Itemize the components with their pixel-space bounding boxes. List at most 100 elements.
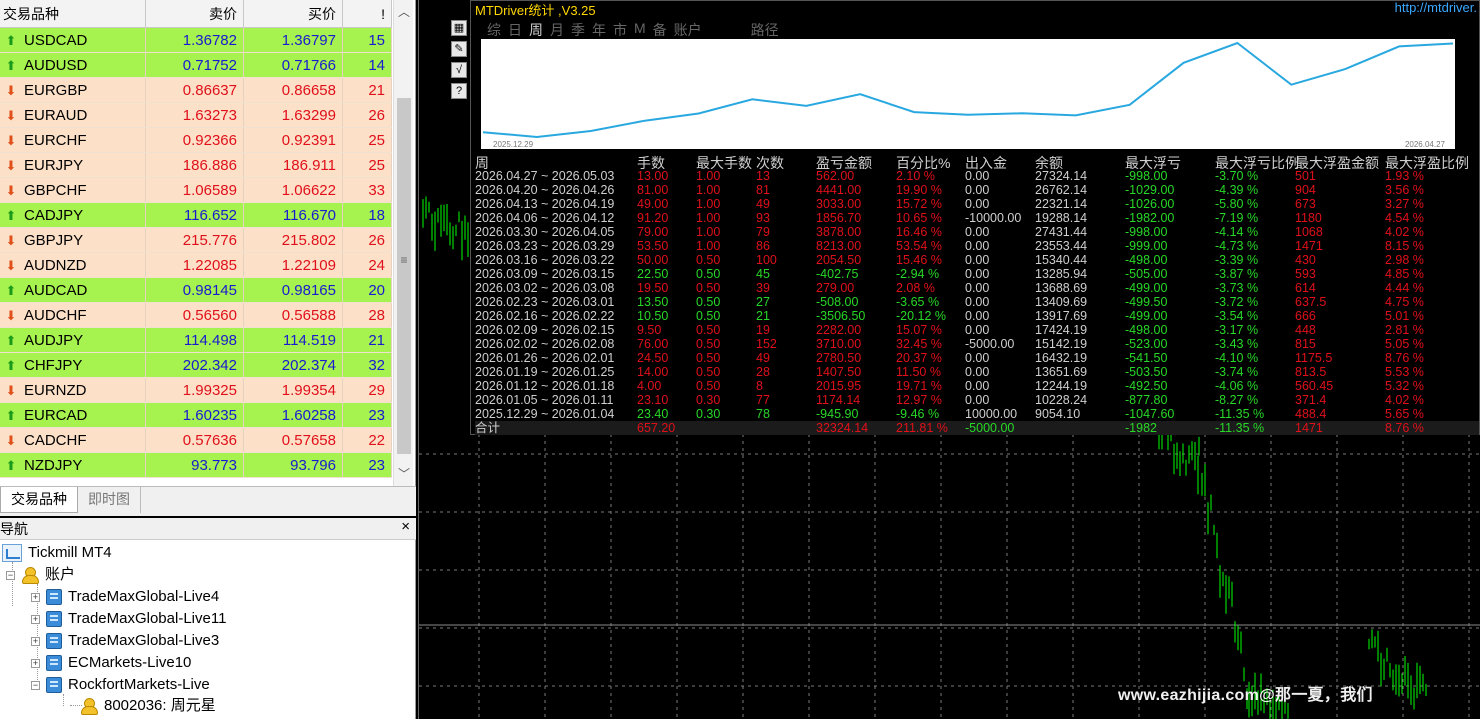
- spread-value: 21: [343, 328, 392, 352]
- bid-price: 0.92366: [146, 128, 244, 152]
- stats-tab[interactable]: 市: [613, 20, 627, 40]
- stats-cell-lots: 76.00: [637, 337, 669, 351]
- stats-tab[interactable]: 周: [529, 20, 543, 40]
- draw-icon[interactable]: ✎: [451, 41, 467, 57]
- market-watch-row[interactable]: ⬆ CHFJPY 202.342 202.374 32: [0, 353, 392, 378]
- tree-server[interactable]: + TradeMaxGlobal-Live4: [31, 586, 219, 608]
- spread-value: 26: [343, 228, 392, 252]
- symbol-cell: ⬇ EURCHF: [0, 128, 146, 152]
- expand-icon[interactable]: +: [31, 592, 40, 602]
- spread-value: 25: [343, 153, 392, 177]
- stats-cell-week: 2026.04.06 ~ 2026.04.12: [475, 211, 615, 225]
- stats-tab[interactable]: 年: [592, 20, 606, 40]
- scrollbar-thumb[interactable]: [397, 98, 411, 454]
- stats-row: 2026.01.05 ~ 2026.01.11 23.10 0.30 77 1174.1…: [475, 393, 1479, 407]
- arrow-down-icon: ⬇: [5, 382, 17, 398]
- column-header-symbol[interactable]: 交易品种: [0, 0, 146, 28]
- column-header-bid[interactable]: 卖价: [146, 0, 244, 28]
- market-watch-row[interactable]: ⬆ AUDCAD 0.98145 0.98165 20: [0, 278, 392, 303]
- symbol-name: AUDCAD: [24, 281, 88, 299]
- tree-server[interactable]: − RockfortMarkets-Live: [31, 674, 210, 696]
- equity-curve-chart: 2025.12.29 2026.04.27: [481, 39, 1455, 149]
- bid-price: 1.36782: [146, 28, 244, 52]
- stats-cell-week: 2026.03.16 ~ 2026.03.22: [475, 253, 615, 267]
- tab-symbols[interactable]: 交易品种: [0, 487, 78, 513]
- stats-url-link[interactable]: http://mtdriver.: [1395, 0, 1477, 15]
- stats-tab-path[interactable]: 路径: [751, 20, 779, 40]
- tree-accounts[interactable]: − 账户: [6, 564, 75, 586]
- stats-tab[interactable]: 账户: [674, 20, 702, 40]
- stats-cell-flow: 0.00: [965, 295, 990, 309]
- stats-tab[interactable]: 月: [550, 20, 564, 40]
- bid-price: 0.98145: [146, 278, 244, 302]
- check-icon[interactable]: √: [451, 62, 467, 78]
- stats-cell-pct: -20.12 %: [896, 309, 947, 323]
- server-label: TradeMaxGlobal-Live3: [68, 632, 220, 649]
- stats-cell-count: 21: [756, 309, 770, 323]
- market-watch-row[interactable]: ⬇ EURCHF 0.92366 0.92391 25: [0, 128, 392, 153]
- market-watch-row[interactable]: ⬆ NZDJPY 93.773 93.796 23: [0, 453, 392, 478]
- market-watch-row[interactable]: ⬇ AUDCHF 0.56560 0.56588 28: [0, 303, 392, 328]
- stats-cell-balance: 17424.19: [1035, 323, 1088, 337]
- market-watch-row[interactable]: ⬇ GBPJPY 215.776 215.802 26: [0, 228, 392, 253]
- stats-cell-lots: 49.00: [637, 197, 669, 211]
- expand-icon[interactable]: +: [31, 636, 40, 646]
- scroll-up-icon[interactable]: ︿: [394, 2, 414, 22]
- market-watch-row[interactable]: ⬆ AUDJPY 114.498 114.519 21: [0, 328, 392, 353]
- stats-tab[interactable]: 综: [487, 20, 501, 40]
- market-watch-row[interactable]: ⬇ EURNZD 1.99325 1.99354 29: [0, 378, 392, 403]
- collapse-icon[interactable]: −: [31, 680, 40, 690]
- tree-server[interactable]: + ECMarkets-Live10: [31, 652, 191, 674]
- stats-cell-pnl: 1856.70: [816, 211, 862, 225]
- stats-cell-maxfp: 673: [1295, 197, 1316, 211]
- stats-tab[interactable]: 日: [508, 20, 522, 40]
- stats-cell-maxfppct: 1.93 %: [1385, 169, 1424, 183]
- market-watch-row[interactable]: ⬆ AUDUSD 0.71752 0.71766 14: [0, 53, 392, 78]
- stats-cell-balance: 10228.24: [1035, 393, 1088, 407]
- market-watch-row[interactable]: ⬆ EURCAD 1.60235 1.60258 23: [0, 403, 392, 428]
- tree-platform[interactable]: Tickmill MT4: [2, 542, 112, 564]
- chart-icon[interactable]: ▦: [451, 20, 467, 36]
- stats-tab[interactable]: 季: [571, 20, 585, 40]
- stats-row: 2026.01.19 ~ 2026.01.25 14.00 0.50 28 1407.5…: [475, 365, 1479, 379]
- market-watch-row[interactable]: ⬇ EURJPY 186.886 186.911 25: [0, 153, 392, 178]
- stats-tab[interactable]: M: [634, 20, 646, 40]
- tab-tick-chart[interactable]: 即时图: [78, 487, 141, 513]
- column-header-spread[interactable]: !: [343, 0, 392, 28]
- ask-price: 114.519: [244, 328, 343, 352]
- stats-cell-count: 79: [756, 225, 770, 239]
- stats-cell-maxddpct: -11.35 %: [1215, 407, 1265, 421]
- market-watch-scrollbar[interactable]: ︿ ≡ ﹀: [393, 0, 413, 486]
- stats-cell-maxddpct: -3.43 %: [1215, 337, 1259, 351]
- column-header-ask[interactable]: 买价: [244, 0, 343, 28]
- market-watch-row[interactable]: ⬇ EURAUD 1.63273 1.63299 26: [0, 103, 392, 128]
- stats-cell-lots: 19.50: [637, 281, 669, 295]
- symbol-cell: ⬆ EURCAD: [0, 403, 146, 427]
- market-watch-row[interactable]: ⬆ USDCAD 1.36782 1.36797 15: [0, 28, 392, 53]
- market-watch-row[interactable]: ⬇ GBPCHF 1.06589 1.06622 33: [0, 178, 392, 203]
- market-watch-row[interactable]: ⬆ CADJPY 116.652 116.670 18: [0, 203, 392, 228]
- stats-cell-week: 2026.02.02 ~ 2026.02.08: [475, 337, 615, 351]
- arrow-down-icon: ⬇: [5, 107, 17, 123]
- stats-cell-balance: 13409.69: [1035, 295, 1088, 309]
- stats-cell-count: 78: [756, 407, 770, 421]
- help-icon[interactable]: ?: [451, 83, 467, 99]
- collapse-icon[interactable]: −: [6, 570, 15, 580]
- scroll-down-icon[interactable]: ﹀: [394, 464, 414, 484]
- stats-cell-maxfp: 1180: [1295, 211, 1322, 225]
- tree-account-entry[interactable]: 8002036: 周元星: [80, 695, 216, 717]
- expand-icon[interactable]: +: [31, 658, 40, 668]
- market-watch-row[interactable]: ⬇ CADCHF 0.57636 0.57658 22: [0, 428, 392, 453]
- market-watch-row[interactable]: ⬇ EURGBP 0.86637 0.86658 21: [0, 78, 392, 103]
- market-watch-row[interactable]: ⬇ AUDNZD 1.22085 1.22109 24: [0, 253, 392, 278]
- stats-cell-pct: 11.50 %: [896, 365, 941, 379]
- expand-icon[interactable]: +: [31, 614, 40, 624]
- tree-server[interactable]: + TradeMaxGlobal-Live11: [31, 608, 226, 630]
- stats-cell-lots: 9.50: [637, 323, 662, 337]
- stats-tab[interactable]: 备: [653, 20, 667, 40]
- stats-cell-lots: 24.50: [637, 351, 669, 365]
- symbol-name: CHFJPY: [24, 356, 83, 374]
- tree-server[interactable]: + TradeMaxGlobal-Live3: [31, 630, 219, 652]
- bid-price: 1.06589: [146, 178, 244, 202]
- close-icon[interactable]: ×: [401, 518, 410, 535]
